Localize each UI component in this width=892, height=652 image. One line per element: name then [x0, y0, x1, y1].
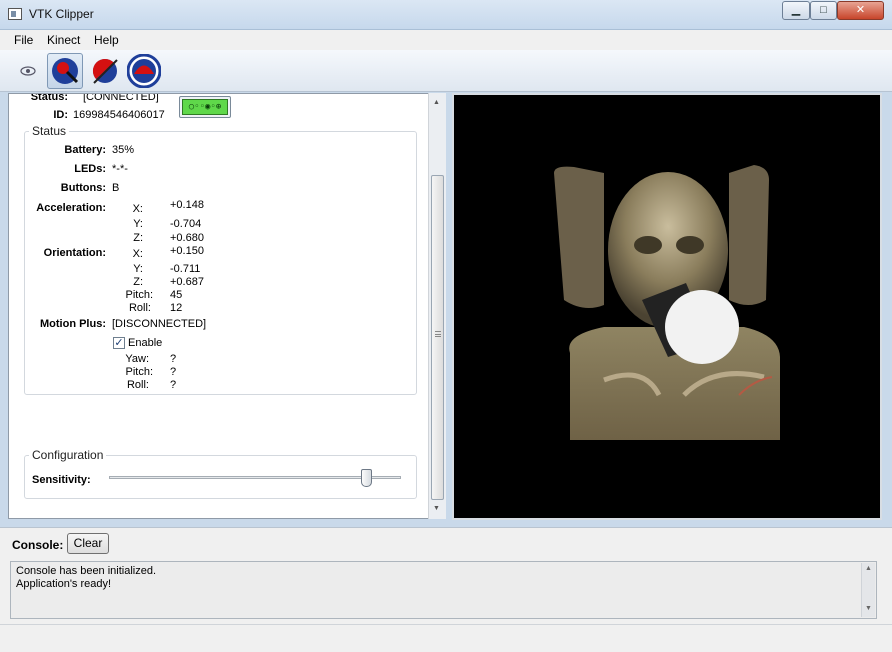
orient-roll-value: 12 — [170, 302, 183, 314]
orient-pitch-label: Pitch: — [125, 289, 153, 301]
app-icon — [8, 8, 22, 20]
orient-z-label: Z: — [133, 276, 143, 288]
accel-z-label: Z: — [133, 232, 143, 244]
cap-icon[interactable] — [126, 53, 162, 89]
device-id-value: 169984546406017 — [73, 109, 165, 121]
panel-scrollbar[interactable]: ▲ ▼ — [428, 93, 446, 519]
grip-icon — [435, 331, 441, 337]
orient-x-value: +0.150 — [170, 245, 204, 257]
wiimote-glyph: ○◦◦◉◦⊕ — [182, 99, 228, 115]
orientation-label: Orientation: — [43, 247, 106, 259]
maximize-button[interactable]: □ — [810, 1, 837, 20]
mp-pitch-label: Pitch: — [125, 366, 153, 378]
buttons-value: B — [112, 182, 120, 194]
console-output[interactable]: Console has been initialized. Applicatio… — [10, 561, 877, 619]
sphere-with-slash-icon[interactable] — [87, 53, 123, 89]
console-scrollbar[interactable]: ▲ ▼ — [861, 563, 875, 617]
console-label: Console: — [12, 538, 64, 552]
mp-pitch-value: ? — [170, 366, 177, 378]
motion-plus-label: Motion Plus: — [40, 318, 106, 330]
motion-plus-value: [DISCONNECTED] — [112, 318, 207, 330]
configuration-group-title: Configuration — [29, 448, 107, 462]
minimize-button[interactable]: ▁ — [782, 1, 810, 20]
sensitivity-label: Sensitivity: — [32, 474, 91, 486]
buttons-label: Buttons: — [60, 182, 106, 194]
sensitivity-slider-thumb[interactable] — [360, 469, 372, 487]
orient-roll-label: Roll: — [128, 302, 151, 314]
wiimote-icon: ○◦◦◉◦⊕ — [179, 96, 231, 118]
orient-x-label: X: — [132, 248, 143, 260]
accel-z-value: +0.680 — [170, 232, 204, 244]
status-bar — [0, 624, 892, 652]
eye-icon[interactable] — [10, 53, 46, 89]
device-status-label: Status: — [30, 93, 68, 103]
sphere-with-pointer-icon[interactable] — [47, 53, 83, 89]
orient-z-value: +0.687 — [170, 276, 204, 288]
orient-y-value: -0.711 — [170, 263, 201, 275]
mp-yaw-label: Yaw: — [125, 353, 149, 365]
scroll-down-icon[interactable]: ▼ — [865, 605, 872, 612]
device-id-label: ID: — [53, 109, 68, 121]
render-viewport[interactable] — [452, 93, 882, 520]
menu-bar: File Kinect Help — [0, 30, 892, 50]
enable-label: Enable — [128, 337, 163, 349]
menu-help[interactable]: Help — [94, 33, 119, 47]
scroll-up-icon[interactable]: ▲ — [865, 565, 872, 572]
scroll-up-icon[interactable]: ▲ — [433, 99, 440, 106]
close-button[interactable]: ✕ — [837, 1, 884, 20]
mp-roll-label: Roll: — [126, 379, 149, 391]
volume-render-image — [554, 165, 780, 440]
title-bar: VTK Clipper ▁ □ ✕ — [0, 0, 892, 30]
clear-button[interactable]: Clear — [67, 533, 109, 554]
accel-x-label: X: — [132, 203, 143, 215]
toolbar — [0, 50, 892, 92]
orient-pitch-value: 45 — [170, 289, 183, 301]
accel-y-value: -0.704 — [170, 218, 202, 230]
device-status-value: [CONNECTED] — [83, 93, 159, 103]
orient-y-label: Y: — [133, 263, 143, 275]
acceleration-label: Acceleration: — [36, 202, 106, 214]
device-panel: Status: [CONNECTED] ID: 169984546406017 … — [8, 93, 446, 519]
mp-roll-value: ? — [170, 379, 177, 391]
status-group-title: Status — [29, 124, 70, 138]
console-line: Application's ready! — [16, 578, 112, 590]
menu-file[interactable]: File — [14, 33, 33, 47]
scrollbar-thumb[interactable] — [431, 175, 444, 500]
mp-yaw-value: ? — [170, 353, 177, 365]
leds-value: *-*- — [112, 163, 128, 175]
leds-label: LEDs: — [74, 163, 106, 175]
sensitivity-slider-track[interactable] — [109, 476, 401, 479]
accel-x-value: +0.148 — [170, 199, 204, 211]
battery-value: 35% — [112, 144, 135, 156]
accel-y-label: Y: — [133, 218, 143, 230]
console-line: Console has been initialized. — [16, 565, 157, 577]
console-panel: Console: Clear Console has been initiali… — [0, 527, 892, 624]
menu-kinect[interactable]: Kinect — [47, 33, 80, 47]
battery-label: Battery: — [64, 144, 106, 156]
window-title: VTK Clipper — [29, 7, 94, 21]
enable-checkbox[interactable]: ✓ — [113, 337, 125, 349]
scroll-down-icon[interactable]: ▼ — [433, 505, 440, 512]
